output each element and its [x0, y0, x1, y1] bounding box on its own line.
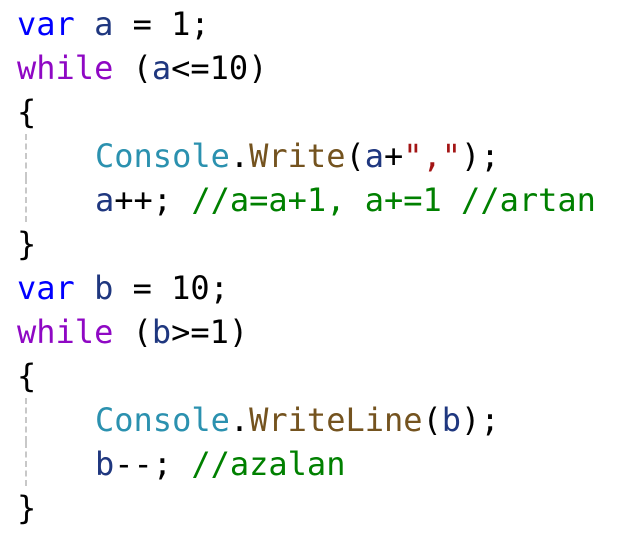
indent-space: [17, 178, 95, 222]
code-line[interactable]: {: [17, 354, 637, 398]
code-token-control: while: [17, 313, 114, 351]
code-editor[interactable]: var a = 1; while (a<=10){Console.Write(a+…: [17, 2, 637, 540]
code-token-plain: (: [345, 137, 365, 175]
indent-space: [17, 134, 95, 178]
code-token-plain: {: [17, 93, 37, 131]
code-token-variable: a: [151, 49, 172, 87]
code-token-plain: = 10;: [113, 269, 229, 307]
code-line[interactable]: while (b>=1): [17, 310, 637, 354]
code-line[interactable]: while (a<=10): [17, 46, 637, 90]
code-token-plain: --;: [114, 445, 192, 483]
code-token-plain: (: [113, 313, 152, 351]
code-token-plain: (: [113, 49, 152, 87]
indent-guide: [25, 178, 27, 222]
code-token-plain: {: [17, 357, 37, 395]
code-token-variable: b: [441, 401, 462, 439]
code-token-comment: //a=a+1, a+=1 //artan: [191, 181, 596, 219]
code-token-variable: a: [94, 5, 114, 43]
code-line[interactable]: Console.WriteLine(b);: [17, 398, 637, 442]
code-token-variable: b: [95, 445, 115, 483]
code-token-variable: a: [364, 137, 384, 175]
code-token-plain: <=10): [171, 49, 268, 87]
code-token-variable: a: [95, 181, 115, 219]
code-line[interactable]: }: [17, 222, 637, 266]
code-token-plain: .: [229, 401, 250, 439]
code-line[interactable]: {: [17, 90, 637, 134]
indent-guide: [25, 442, 27, 486]
code-line[interactable]: var a = 1;: [17, 2, 637, 46]
code-line[interactable]: a++; //a=a+1, a+=1 //artan: [17, 178, 637, 222]
code-token-plain: +: [383, 137, 404, 175]
indent-guide: [25, 134, 27, 178]
indent-guide: [25, 398, 27, 442]
code-token-type: Console: [95, 137, 230, 175]
code-token-variable: b: [151, 313, 172, 351]
code-token-type: Console: [95, 401, 230, 439]
indent-space: [17, 398, 95, 442]
code-token-comment: //azalan: [191, 445, 346, 483]
code-token-method: WriteLine: [249, 401, 423, 439]
indent-space: [17, 442, 95, 486]
code-token-keyword: var: [17, 269, 75, 307]
code-token-method: Write: [249, 137, 346, 175]
code-token-plain: (: [422, 401, 442, 439]
code-token-plain: ++;: [114, 181, 192, 219]
code-line[interactable]: var b = 10;: [17, 266, 637, 310]
code-token-plain: }: [17, 225, 37, 263]
code-token-plain: }: [17, 489, 37, 527]
code-line[interactable]: Console.Write(a+",");: [17, 134, 637, 178]
code-line[interactable]: b--; //azalan: [17, 442, 637, 486]
code-token-plain: );: [461, 137, 500, 175]
code-token-keyword: var: [17, 5, 75, 43]
code-token-plain: );: [461, 401, 500, 439]
code-token-plain: >=1): [171, 313, 249, 351]
code-token-plain: .: [229, 137, 250, 175]
code-token-string: ",": [403, 137, 462, 175]
code-token-variable: b: [94, 269, 114, 307]
code-token-control: while: [17, 49, 114, 87]
code-line[interactable]: }: [17, 486, 637, 530]
code-token-plain: = 1;: [113, 5, 210, 43]
